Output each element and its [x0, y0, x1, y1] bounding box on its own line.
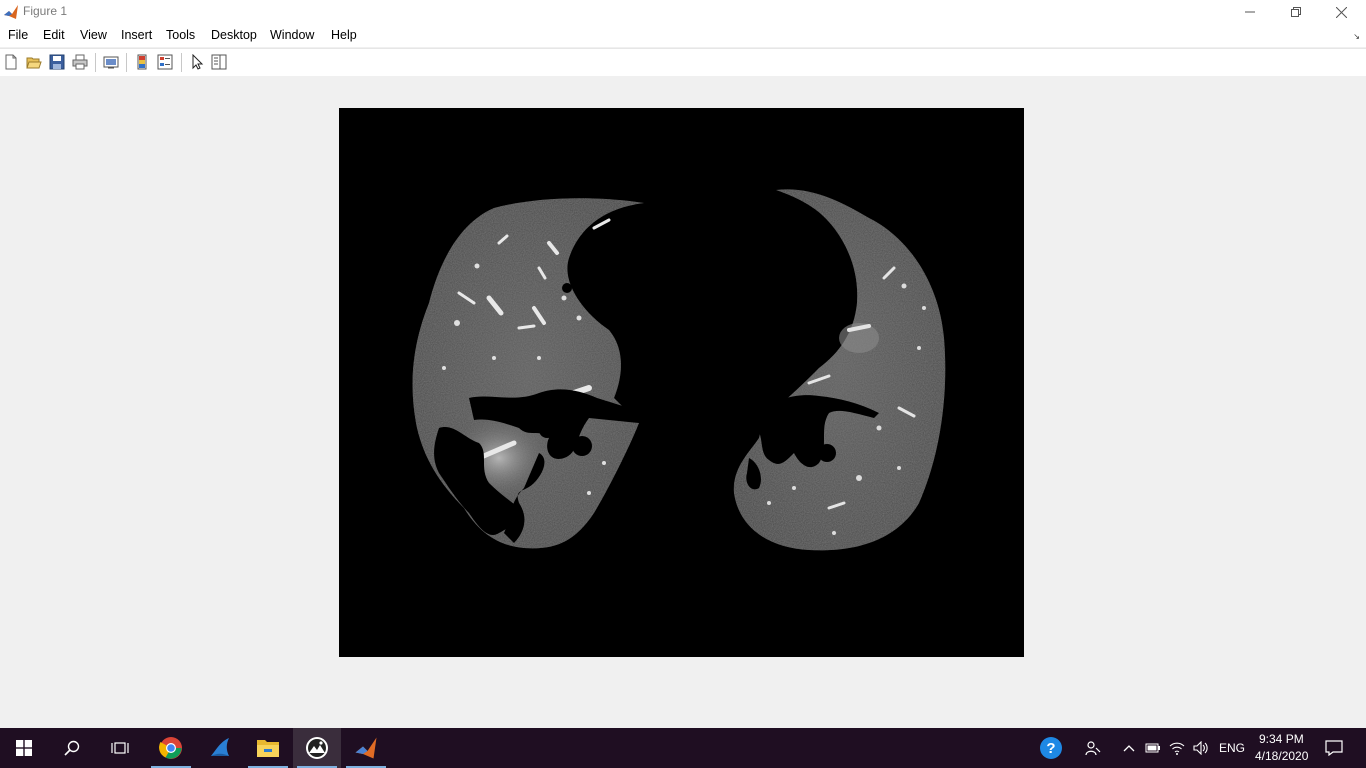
insert-colorbar-icon[interactable] — [134, 54, 150, 70]
minimize-button[interactable] — [1227, 0, 1273, 24]
insert-legend-icon[interactable] — [157, 54, 173, 70]
battery-tray-button[interactable] — [1142, 728, 1164, 768]
wifi-icon — [1169, 742, 1185, 755]
save-icon[interactable] — [49, 54, 65, 70]
image-axes[interactable] — [339, 108, 1024, 657]
menu-bar: File Edit View Insert Tools Desktop Wind… — [0, 24, 1366, 47]
search-button[interactable] — [48, 728, 96, 768]
figure-toolbar — [0, 48, 1366, 77]
show-hidden-icons-button[interactable] — [1118, 728, 1140, 768]
taskbar-matlab[interactable] — [342, 728, 390, 768]
start-button[interactable] — [0, 728, 48, 768]
window-title: Figure 1 — [23, 4, 68, 18]
battery-icon — [1145, 743, 1160, 753]
task-view-icon — [111, 742, 129, 754]
open-property-inspector-icon[interactable] — [211, 54, 227, 70]
menu-help[interactable]: Help — [331, 28, 357, 42]
network-tray-button[interactable] — [1166, 728, 1188, 768]
help-icon: ? — [1040, 737, 1062, 759]
chrome-icon — [159, 737, 182, 759]
windows-taskbar: ? ENG 9:34 PM 4/18/2020 — [0, 728, 1366, 768]
restore-icon — [1291, 7, 1301, 17]
taskbar-chrome[interactable] — [147, 728, 195, 768]
close-icon — [1335, 6, 1347, 18]
close-button[interactable] — [1318, 0, 1364, 24]
task-view-button[interactable] — [96, 728, 144, 768]
dock-arrow-icon[interactable]: ↘ — [1353, 32, 1360, 41]
toolbar-separator — [95, 53, 96, 72]
help-tray-button[interactable]: ? — [1029, 728, 1073, 768]
taskbar-shark-app[interactable] — [196, 728, 244, 768]
title-bar: Figure 1 — [0, 0, 1366, 24]
chevron-up-icon — [1123, 745, 1135, 752]
image-viewer-icon — [306, 737, 328, 759]
input-language[interactable]: ENG — [1219, 741, 1245, 755]
toolbar-separator — [126, 53, 127, 72]
menu-desktop[interactable]: Desktop — [211, 28, 257, 42]
menu-tools[interactable]: Tools — [166, 28, 195, 42]
new-figure-icon[interactable] — [3, 54, 19, 70]
ct-lung-image — [412, 189, 946, 551]
people-icon — [1085, 741, 1101, 756]
link-plot-icon[interactable] — [103, 54, 119, 70]
matlab-icon — [4, 5, 18, 19]
restore-button[interactable] — [1273, 0, 1319, 24]
toolbar-separator — [181, 53, 182, 72]
right-lung — [412, 198, 644, 549]
left-lung — [733, 189, 946, 551]
windows-start-icon — [16, 740, 32, 756]
search-icon — [64, 740, 80, 756]
action-center-button[interactable] — [1318, 728, 1350, 768]
print-icon[interactable] — [72, 54, 88, 70]
edit-plot-icon[interactable] — [189, 54, 205, 70]
people-tray-button[interactable] — [1076, 728, 1110, 768]
volume-tray-button[interactable] — [1190, 728, 1212, 768]
menu-insert[interactable]: Insert — [121, 28, 152, 42]
taskbar-file-explorer[interactable] — [244, 728, 292, 768]
menu-edit[interactable]: Edit — [43, 28, 65, 42]
speaker-icon — [1193, 741, 1208, 755]
svg-text:?: ? — [1046, 740, 1055, 757]
notification-icon — [1325, 740, 1343, 756]
figure-canvas[interactable] — [0, 76, 1366, 728]
menu-window[interactable]: Window — [270, 28, 314, 42]
minimize-icon — [1245, 11, 1255, 13]
open-file-icon[interactable] — [26, 54, 42, 70]
shark-app-icon — [211, 738, 229, 756]
clock-time[interactable]: 9:34 PM — [1259, 732, 1304, 746]
clock-date[interactable]: 4/18/2020 — [1255, 749, 1308, 763]
menu-view[interactable]: View — [80, 28, 107, 42]
file-explorer-icon — [257, 740, 279, 757]
taskbar-image-viewer[interactable] — [293, 728, 341, 768]
matlab-icon — [355, 737, 377, 759]
menu-file[interactable]: File — [8, 28, 28, 42]
